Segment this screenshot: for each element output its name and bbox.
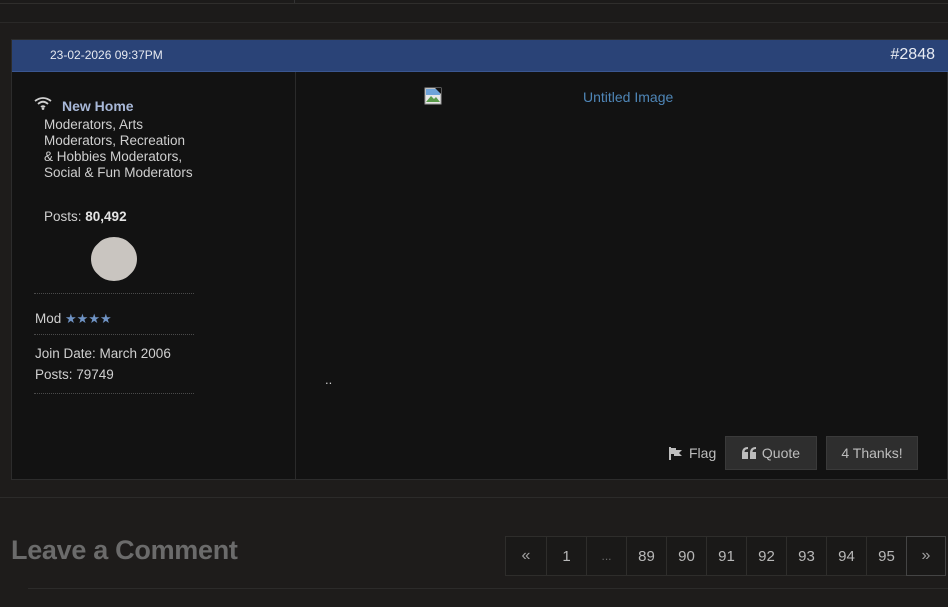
- flag-label: Flag: [689, 445, 717, 461]
- flag-icon: [669, 446, 682, 460]
- pagination-page[interactable]: 90: [666, 536, 707, 576]
- pagination-page-current[interactable]: 95: [866, 536, 907, 576]
- divider: [0, 0, 948, 4]
- pagination-page[interactable]: 89: [626, 536, 667, 576]
- flag-button[interactable]: Flag: [669, 436, 716, 470]
- pagination-page[interactable]: 94: [826, 536, 867, 576]
- user-rank: Mod ★★★★: [35, 311, 112, 327]
- rank-label: Mod: [35, 311, 62, 326]
- user-groups: Moderators, Arts Moderators, Recreation …: [44, 117, 193, 180]
- wifi-icon: [34, 97, 52, 110]
- thanks-label: 4 Thanks!: [841, 445, 903, 461]
- divider: [0, 497, 948, 498]
- quote-icon: [741, 447, 756, 459]
- avatar[interactable]: [91, 237, 137, 281]
- post: 23-02-2026 09:37PM #2848 New Home Modera…: [11, 39, 948, 480]
- quote-button[interactable]: Quote: [725, 436, 817, 470]
- pagination-ellipsis: ...: [586, 536, 627, 576]
- post-number-link[interactable]: #2848: [891, 46, 936, 64]
- thanks-button[interactable]: 4 Thanks!: [826, 436, 918, 470]
- divider: [34, 393, 194, 394]
- pagination-next[interactable]: »: [906, 536, 946, 576]
- post-header: 23-02-2026 09:37PM #2848: [12, 40, 948, 72]
- posts-label: Posts:: [44, 209, 82, 224]
- post-date: 23-02-2026 09:37PM: [50, 48, 163, 62]
- previous-post-bottom: [0, 0, 948, 23]
- user-post-count: Posts: 80,492: [44, 209, 127, 224]
- rank-stars: ★★★★: [65, 311, 112, 326]
- divider: [34, 293, 194, 294]
- pagination: « 1 ... 89 90 91 92 93 94 95 »: [505, 536, 946, 576]
- user-info-panel: New Home Moderators, Arts Moderators, Re…: [12, 72, 296, 479]
- divider: [294, 0, 295, 3]
- pagination-page[interactable]: 93: [786, 536, 827, 576]
- post-content: Untitled Image .. Flag Quote 4 Thanks!: [296, 72, 947, 479]
- quote-label: Quote: [761, 445, 801, 461]
- posts-value: 80,492: [85, 209, 127, 224]
- username-link[interactable]: New Home: [62, 98, 134, 114]
- user-posts-line: Posts: 79749: [35, 367, 114, 382]
- post-image-link[interactable]: Untitled Image: [583, 89, 673, 105]
- leave-comment-heading: Leave a Comment: [11, 535, 238, 565]
- pagination-page[interactable]: 1: [546, 536, 587, 576]
- divider: [28, 588, 948, 589]
- join-date: Join Date: March 2006: [35, 346, 171, 361]
- divider: [34, 334, 194, 335]
- pagination-prev[interactable]: «: [505, 536, 547, 576]
- page: 23-02-2026 09:37PM #2848 New Home Modera…: [0, 0, 948, 607]
- pagination-page[interactable]: 91: [706, 536, 747, 576]
- pagination-page[interactable]: 92: [746, 536, 787, 576]
- broken-image-icon: [424, 87, 442, 105]
- post-text: ..: [325, 372, 333, 387]
